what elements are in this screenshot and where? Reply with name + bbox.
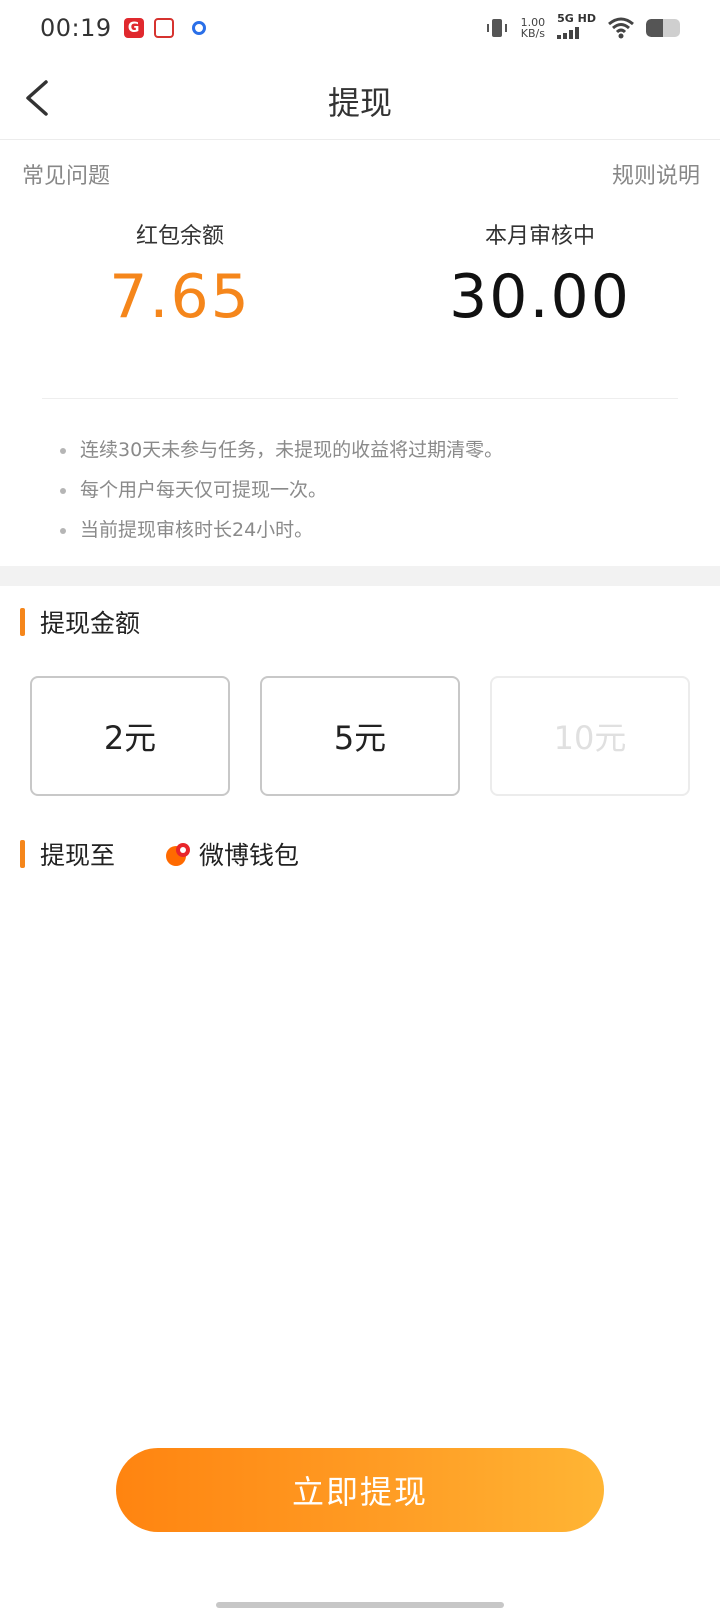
nav-header: 提现 — [0, 56, 720, 140]
destination-section-title: 提现至 — [20, 836, 115, 872]
signal-icon — [557, 27, 580, 39]
notes-list: 连续30天未参与任务，未提现的收益将过期清零。 每个用户每天仅可提现一次。 当前… — [60, 430, 503, 550]
vibrate-icon — [486, 19, 507, 37]
wifi-icon — [608, 17, 634, 39]
red-packet-balance-label: 红包余额 — [135, 224, 224, 249]
note-item: 当前提现审核时长24小时。 — [60, 510, 503, 550]
pending-review-label: 本月审核中 — [484, 224, 595, 249]
amount-section-title-text: 提现金额 — [40, 609, 141, 638]
note-item: 每个用户每天仅可提现一次。 — [60, 470, 503, 510]
signal-group: 5G HD — [557, 13, 596, 43]
weibo-wallet-option[interactable]: 微博钱包 — [165, 836, 299, 872]
app-icon-1: G — [123, 18, 144, 38]
destination-title-text: 提现至 — [40, 841, 116, 870]
withdraw-now-button[interactable]: 立即提现 — [116, 1448, 604, 1532]
app-icon-3 — [191, 21, 206, 35]
section-accent-bar — [20, 608, 25, 636]
weibo-wallet-icon — [166, 843, 190, 866]
note-item: 连续30天未参与任务，未提现的收益将过期清零。 — [60, 430, 503, 470]
page-title: 提现 — [327, 84, 392, 122]
amount-option-5[interactable]: 5元 — [260, 676, 460, 796]
pending-review-value: 30.00 — [449, 262, 631, 332]
status-right: 1.00 KB/s 5G HD — [485, 13, 680, 43]
amount-option-2[interactable]: 2元 — [30, 676, 230, 796]
divider — [42, 398, 678, 399]
red-packet-balance-value: 7.65 — [109, 262, 251, 332]
wallet-label: 微博钱包 — [199, 841, 300, 870]
speed-unit: KB/s — [520, 27, 545, 40]
home-indicator[interactable] — [216, 1602, 504, 1608]
battery-icon — [646, 19, 680, 37]
rules-link[interactable]: 规则说明 — [612, 158, 700, 190]
status-time: 00:19 — [40, 14, 112, 42]
faq-link[interactable]: 常见问题 — [22, 158, 110, 190]
network-speed: 1.00 KB/s — [521, 17, 546, 39]
status-app-icons: G — [123, 18, 206, 38]
network-type: 5G HD — [557, 12, 596, 25]
amount-option-10-disabled: 10元 — [490, 676, 690, 796]
status-bar: 00:19 G 1.00 KB/s 5G HD — [0, 0, 720, 56]
section-accent-bar — [20, 840, 25, 868]
app-icon-2 — [153, 18, 174, 38]
amount-section-title: 提现金额 — [20, 604, 140, 640]
withdraw-page: 00:19 G 1.00 KB/s 5G HD 提现 常见问题 规则说明 红包余… — [0, 0, 720, 1612]
section-separator — [0, 566, 720, 586]
